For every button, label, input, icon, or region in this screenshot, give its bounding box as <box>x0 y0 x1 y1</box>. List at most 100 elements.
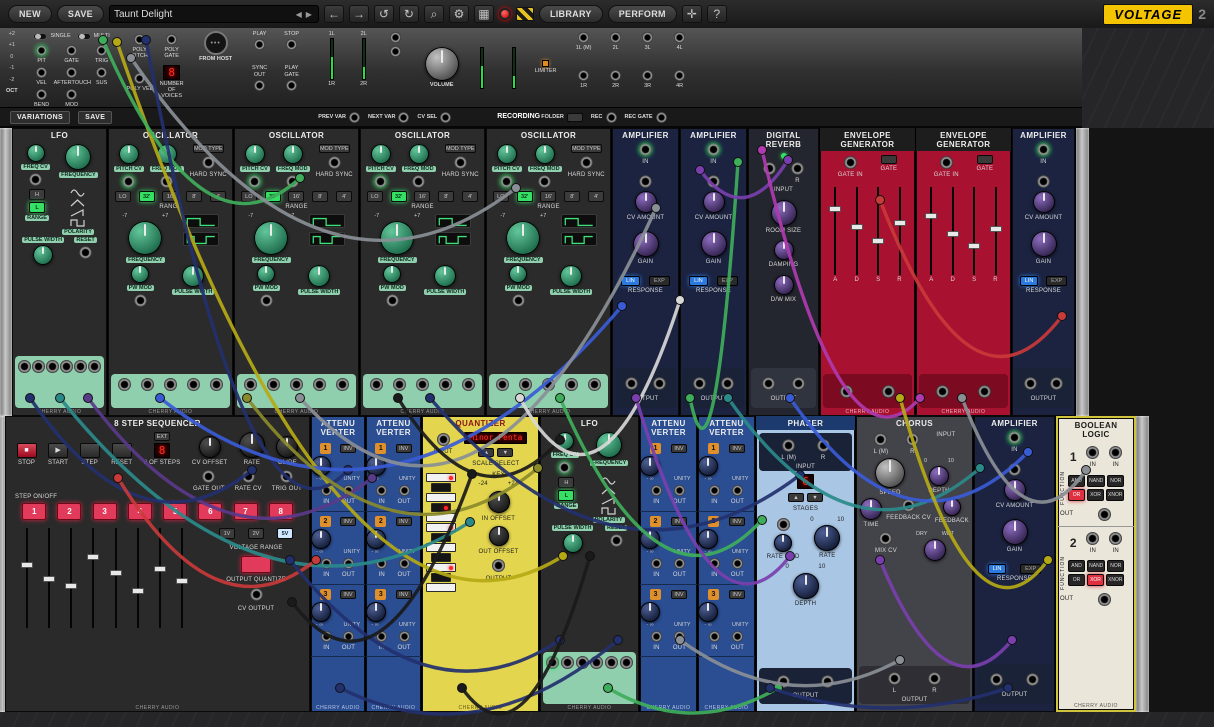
square-wave-icon[interactable] <box>601 507 616 515</box>
out-jack[interactable] <box>674 485 685 496</box>
mod-type-button[interactable]: MOD TYPE <box>319 144 350 153</box>
ramp-out-jack[interactable] <box>290 378 303 391</box>
output-r-jack[interactable] <box>792 377 805 390</box>
pitch-cv-jack[interactable] <box>374 175 387 188</box>
square-out-jack[interactable] <box>60 360 73 373</box>
decay-slider[interactable] <box>851 187 863 275</box>
depth-knob[interactable] <box>929 466 949 486</box>
atten-knob-3[interactable] <box>640 602 660 622</box>
atten-knob-1[interactable] <box>698 456 718 476</box>
freq-cv-knob[interactable] <box>27 144 45 162</box>
mod-type-button[interactable]: MOD TYPE <box>193 144 224 153</box>
variations-save-button[interactable]: SAVE <box>78 111 112 124</box>
range-l-button[interactable]: L <box>558 490 574 501</box>
hard-sync-jack[interactable] <box>328 156 341 169</box>
exp-button[interactable]: EXP <box>1020 564 1041 574</box>
input-r-jack[interactable] <box>906 433 919 446</box>
output-r-jack[interactable] <box>928 672 941 685</box>
ramp-out-jack[interactable] <box>416 378 429 391</box>
input-l-jack[interactable] <box>874 433 887 446</box>
in-a-jack[interactable] <box>1086 532 1099 545</box>
range-16-button[interactable]: 16' <box>414 191 430 202</box>
exp-button[interactable]: EXP <box>1046 276 1067 286</box>
range-16-button[interactable]: 16' <box>162 191 178 202</box>
square-out-jack[interactable] <box>187 378 200 391</box>
output-l-jack[interactable] <box>990 673 1003 686</box>
range-lo-button[interactable]: LO <box>241 191 257 202</box>
feedback-knob[interactable] <box>943 498 961 516</box>
waveform-display-b[interactable] <box>561 232 597 246</box>
output-jack[interactable] <box>492 559 505 572</box>
freq-mod-knob[interactable] <box>409 144 429 164</box>
scale-display[interactable]: Minor Penta <box>464 432 527 444</box>
atten-knob-2[interactable] <box>698 529 718 549</box>
freq-mod-knob[interactable] <box>283 144 303 164</box>
input-jack[interactable] <box>437 433 450 446</box>
output-r-jack[interactable] <box>721 377 734 390</box>
and-button[interactable]: AND <box>1068 560 1085 572</box>
save-button[interactable]: SAVE <box>57 5 104 23</box>
in-b-jack[interactable] <box>1109 446 1122 459</box>
freq-cv-knob[interactable] <box>556 432 574 450</box>
square-out-jack[interactable] <box>565 378 578 391</box>
out-2l-jack[interactable] <box>610 32 621 43</box>
range-32-button[interactable]: 32' <box>139 191 155 202</box>
range-4-button[interactable]: 4' <box>588 191 604 202</box>
range-lo-button[interactable]: LO <box>367 191 383 202</box>
pw-mod-jack[interactable] <box>260 294 273 307</box>
step-7-slider[interactable] <box>154 528 166 628</box>
out-jack[interactable] <box>399 631 410 642</box>
out-jack[interactable] <box>1098 508 1111 521</box>
out-jack[interactable] <box>399 485 410 496</box>
step-8-button[interactable]: 8 <box>269 503 293 520</box>
pulse-width-knob[interactable] <box>560 265 582 287</box>
pulse-out-jack[interactable] <box>336 378 349 391</box>
waveform-display-b[interactable] <box>309 232 345 246</box>
preset-prev-icon[interactable]: ◀ <box>294 10 304 19</box>
sine-wave-icon[interactable] <box>601 477 616 485</box>
in-jack[interactable] <box>709 631 720 642</box>
freq-mod-jack[interactable] <box>286 175 299 188</box>
ramp-out-jack[interactable] <box>46 360 59 373</box>
inv-button[interactable]: INV <box>729 517 745 526</box>
forward-icon[interactable]: → <box>349 5 369 23</box>
release-slider[interactable] <box>990 187 1002 275</box>
cv-amount-knob[interactable] <box>635 191 657 213</box>
in-jack[interactable] <box>376 558 387 569</box>
pitch-cv-jack[interactable] <box>248 175 261 188</box>
gate-in-jack[interactable] <box>940 156 953 169</box>
step-5-slider[interactable] <box>110 528 122 628</box>
out-jack[interactable] <box>343 631 354 642</box>
cv-jack[interactable] <box>639 175 652 188</box>
sine-out-jack[interactable] <box>496 378 509 391</box>
triangle-out-jack[interactable] <box>519 378 532 391</box>
out-3l-jack[interactable] <box>642 32 653 43</box>
range-4-button[interactable]: 4' <box>462 191 478 202</box>
output-r-jack[interactable] <box>1026 673 1039 686</box>
sine-out-jack[interactable] <box>18 360 31 373</box>
volume-knob[interactable] <box>425 47 459 81</box>
stop-button[interactable]: ■ <box>17 443 37 458</box>
in-1-jack[interactable] <box>390 32 401 43</box>
inv-button[interactable]: INV <box>396 444 412 453</box>
triangle-out-jack[interactable] <box>393 378 406 391</box>
or-button[interactable]: OR <box>1068 574 1085 586</box>
output-l-jack[interactable] <box>1024 377 1037 390</box>
out-jack[interactable] <box>1098 593 1111 606</box>
xnor-button[interactable]: XNOR <box>1106 574 1124 586</box>
attack-slider[interactable] <box>829 187 841 275</box>
release-slider[interactable] <box>894 187 906 275</box>
freq-cv-jack[interactable] <box>558 461 571 474</box>
waveform-display-b[interactable] <box>183 232 219 246</box>
step-7-button[interactable]: 7 <box>234 503 258 520</box>
nor-button[interactable]: NOR <box>1107 560 1124 572</box>
gain-knob[interactable] <box>633 231 659 257</box>
pulse-out-jack[interactable] <box>74 360 87 373</box>
in-jack[interactable] <box>321 558 332 569</box>
in-jack[interactable] <box>1008 431 1021 444</box>
out-jack[interactable] <box>674 558 685 569</box>
pitch-cv-jack[interactable] <box>500 175 513 188</box>
freq-mod-knob[interactable] <box>535 144 555 164</box>
range-8-button[interactable]: 8' <box>438 191 454 202</box>
zoom-icon[interactable]: ⌕ <box>424 5 444 23</box>
